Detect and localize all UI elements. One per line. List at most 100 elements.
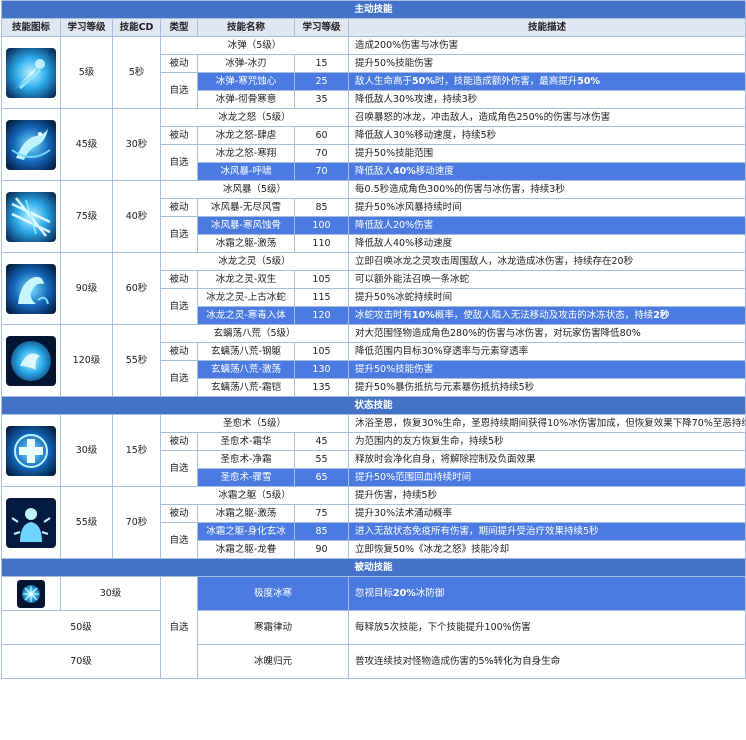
- rune-name: 冰龙之灵-寒毒入体: [197, 306, 295, 325]
- rune-desc: 提升50%冰风暴持续时间: [347, 198, 746, 217]
- type-optional: 自选: [160, 576, 198, 679]
- section-status: 状态技能: [0, 396, 746, 415]
- skill-main-name: 玄螭荡八荒（5级）: [160, 324, 349, 343]
- rune-name: 冰风暴-呼啸: [197, 162, 295, 181]
- table-row: 120级 55秒 玄螭荡八荒（5级） 对大范围怪物造成角色280%的伤害与冰伤害…: [1, 324, 746, 397]
- skill-level: 75级: [60, 180, 113, 253]
- ice-storm-icon: [1, 180, 61, 253]
- skill-main-desc: 造成200%伤害与冰伤害: [347, 36, 746, 55]
- rune-name: 冰风暴-寒风蚀骨: [197, 216, 295, 235]
- section-title: 状态技能: [0, 396, 746, 415]
- rune-level: 85: [294, 198, 349, 217]
- rune-desc: 降低敌人30%移动速度，持续5秒: [347, 126, 746, 145]
- type-optional: 自选: [160, 522, 198, 559]
- type-optional: 自选: [160, 450, 198, 487]
- rune-level: 60: [294, 126, 349, 145]
- rune-level: 115: [294, 288, 349, 307]
- rune-name: 圣愈术-骤雪: [197, 468, 295, 487]
- passive-name: 冰魄归元: [197, 644, 349, 679]
- type-optional: 自选: [160, 144, 198, 181]
- section-title: 被动技能: [0, 558, 746, 577]
- rune-desc: 敌人生命高于50%时，技能造成额外伤害，最高提升50%: [347, 72, 746, 91]
- table-row: 55级 70秒 冰霜之躯（5级） 提升伤害，持续5秒: [1, 486, 746, 559]
- type-passive: 被动: [160, 432, 198, 451]
- skill-level: 45级: [60, 108, 113, 181]
- type-optional: 自选: [160, 360, 198, 397]
- passive-desc: 每释放5次技能，下个技能提升100%伤害: [347, 610, 746, 645]
- skill-level: 55级: [60, 486, 113, 559]
- rune-desc: 提升50%技能伤害: [347, 54, 746, 73]
- type-passive: 被动: [160, 270, 198, 289]
- rune-desc: 进入无敌状态免疫所有伤害，期间提升受治疗效果持续5秒: [347, 522, 746, 541]
- rune-name: 冰霜之躯-龙眷: [197, 540, 295, 559]
- rune-name: 冰霜之躯-身化玄冰: [197, 522, 295, 541]
- rune-desc: 为范围内的友方恢复生命，持续5秒: [347, 432, 746, 451]
- skill-level: 120级: [60, 324, 113, 397]
- rune-level: 85: [294, 522, 349, 541]
- rune-desc: 降低敌人40%移动速度: [347, 234, 746, 253]
- rune-name: 冰龙之怒-肆虐: [197, 126, 295, 145]
- skill-cd: 60秒: [112, 252, 161, 325]
- rune-level: 130: [294, 360, 349, 379]
- header-icon: 技能图标: [1, 18, 61, 37]
- skill-level: 30级: [60, 414, 113, 487]
- rune-level: 75: [294, 504, 349, 523]
- skill-main-name: 冰霜之躯（5级）: [160, 486, 349, 505]
- rune-desc: 降低敌人30%攻速，持续3秒: [347, 90, 746, 109]
- type-passive: 被动: [160, 54, 198, 73]
- header-learn-level: 学习等级: [294, 18, 349, 37]
- rune-desc: 降低敌人40%移动速度: [347, 162, 746, 181]
- rune-name: 圣愈术-霜华: [197, 432, 295, 451]
- passive-level: 50级: [1, 610, 161, 645]
- passive-desc: 普攻连续技对怪物造成伤害的5%转化为自身生命: [347, 644, 746, 679]
- header-name: 技能名称: [197, 18, 295, 37]
- rune-desc: 提升50%技能伤害: [347, 360, 746, 379]
- rune-name: 圣愈术-净霜: [197, 450, 295, 469]
- skill-main-name: 冰风暴（5级）: [160, 180, 349, 199]
- frost-orb-icon: [1, 576, 61, 611]
- table-row: 70级 冰魄归元 普攻连续技对怪物造成伤害的5%转化为自身生命: [1, 644, 746, 679]
- skill-main-name: 冰龙之怒（5级）: [160, 108, 349, 127]
- type-optional: 自选: [160, 216, 198, 253]
- section-passive: 被动技能: [0, 558, 746, 577]
- header-desc: 技能描述: [347, 18, 746, 37]
- passive-name: 寒霜律动: [197, 610, 349, 645]
- rune-level: 15: [294, 54, 349, 73]
- rune-desc: 降低敌人20%伤害: [347, 216, 746, 235]
- rune-desc: 立即恢复50%《冰龙之怒》技能冷却: [347, 540, 746, 559]
- rune-level: 65: [294, 468, 349, 487]
- skill-cd: 15秒: [112, 414, 161, 487]
- rune-desc: 降低范围内目标30%穿透率与元素穿透率: [347, 342, 746, 361]
- rune-desc: 提升50%技能范围: [347, 144, 746, 163]
- rune-level: 70: [294, 144, 349, 163]
- table-header: 技能图标 学习等级 技能CD 类型 技能名称 学习等级 技能描述: [1, 18, 746, 37]
- rune-desc: 提升30%法术涌动概率: [347, 504, 746, 523]
- rune-name: 玄螭荡八荒-激荡: [197, 360, 295, 379]
- rune-level: 105: [294, 342, 349, 361]
- skill-main-desc: 对大范围怪物造成角色280%的伤害与冰伤害，对玩家伤害降低80%: [347, 324, 746, 343]
- table-row: 50级 寒霜律动 每释放5次技能，下个技能提升100%伤害: [1, 610, 746, 645]
- rune-desc: 提升50%范围回血持续时间: [347, 468, 746, 487]
- ice-dragon-icon: [1, 108, 61, 181]
- type-passive: 被动: [160, 198, 198, 217]
- frost-body-icon: [1, 486, 61, 559]
- rune-level: 70: [294, 162, 349, 181]
- rune-desc: 提升50%冰蛇持续时间: [347, 288, 746, 307]
- header-cd: 技能CD: [112, 18, 161, 37]
- skill-cd: 55秒: [112, 324, 161, 397]
- rune-level: 135: [294, 378, 349, 397]
- rune-name: 冰弹-冰刃: [197, 54, 295, 73]
- table-row: 75级 40秒 冰风暴（5级） 每0.5秒造成角色300%的伤害与冰伤害，持续3…: [1, 180, 746, 253]
- rune-level: 120: [294, 306, 349, 325]
- rune-name: 玄螭荡八荒-霜铠: [197, 378, 295, 397]
- mystic-sphere-icon: [1, 324, 61, 397]
- passive-desc: 忽视目标20%冰防御: [347, 576, 746, 611]
- passive-level: 30级: [60, 576, 161, 611]
- table-row: 30级 15秒 圣愈术（5级） 沐浴圣恩，恢复30%生命，圣恩持续期间获得10%…: [1, 414, 746, 487]
- table-row: 90级 60秒 冰龙之灵（5级） 立即召唤冰龙之灵攻击周围敌人，冰龙造成冰伤害，…: [1, 252, 746, 325]
- type-optional: 自选: [160, 288, 198, 325]
- skill-main-desc: 立即召唤冰龙之灵攻击周围敌人，冰龙造成冰伤害，持续存在20秒: [347, 252, 746, 271]
- skill-main-desc: 召唤暴怒的冰龙，冲击敌人，造成角色250%的伤害与冰伤害: [347, 108, 746, 127]
- skill-main-desc: 沐浴圣恩，恢复30%生命，圣恩持续期间获得10%冰伤害加成，但恢复效果下降70%…: [347, 414, 746, 433]
- table-row: 5级 5秒 冰弹（5级） 造成200%伤害与冰伤害: [1, 36, 746, 109]
